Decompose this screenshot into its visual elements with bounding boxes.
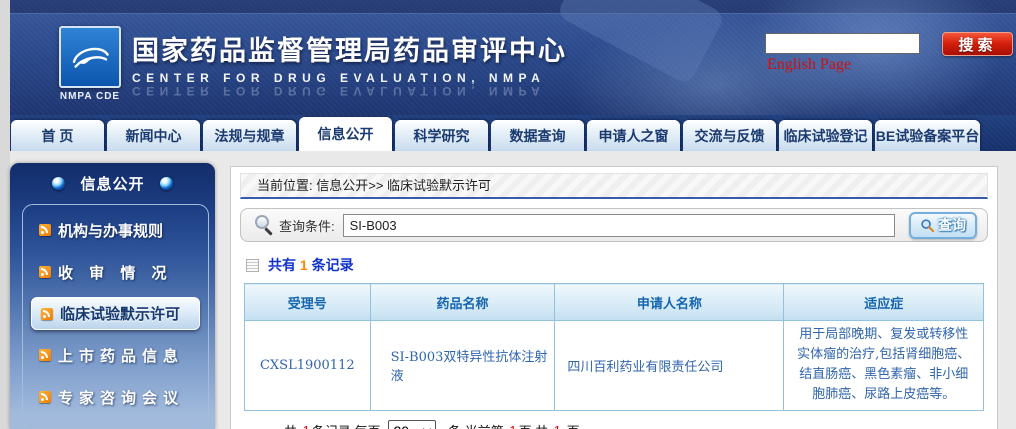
logo-caption: NMPA CDE	[55, 91, 125, 102]
header-search-button[interactable]: 搜索	[942, 32, 1013, 56]
main-region: 信息公开 机构与办事规则 收 审 情 况 临床试验默示许可	[10, 151, 1016, 429]
rss-icon	[39, 349, 51, 361]
cde-logo-icon	[59, 26, 121, 88]
site-header: NMPA CDE 国家药品监督管理局药品审评中心 CENTER FOR DRUG…	[10, 0, 1016, 115]
rss-icon	[39, 266, 51, 278]
main-nav: 首 页 新闻中心 法规与规章 信息公开 科学研究 数据查询 申请人之窗 交流与反…	[10, 115, 1016, 151]
cell-applicant: 四川百利药业有限责任公司	[555, 321, 784, 411]
tab-regulations[interactable]: 法规与规章	[203, 120, 296, 151]
results-table: 受理号 药品名称 申请人名称 适应症 CXSL1900112 SI-B003双特…	[244, 283, 984, 411]
tab-information-disclosure[interactable]: 信息公开	[299, 117, 392, 151]
records-count: 1	[300, 257, 308, 273]
sidebar-menu-panel: 机构与办事规则 收 审 情 况 临床试验默示许可 上市药品信息 专家咨询会议	[22, 204, 209, 429]
cde-logo: NMPA CDE	[55, 26, 125, 102]
pager-text: 页 共	[519, 421, 552, 429]
records-text: 共有 1 条记录	[268, 255, 354, 275]
sidebar-item-org-rules[interactable]: 机构与办事规则	[23, 209, 208, 251]
query-label: 查询条件:	[279, 216, 335, 235]
tab-be-trial-platform[interactable]: BE试验备案平台	[875, 120, 980, 151]
swoosh-icon	[66, 33, 114, 81]
records-prefix: 共有	[268, 257, 296, 273]
pagination: 共 1 条记录,每页 20 条 当前第 1 页 共 1 页	[284, 420, 988, 429]
sidebar: 信息公开 机构与办事规则 收 审 情 况 临床试验默示许可	[10, 163, 215, 429]
sidebar-item-marketed-drug-info[interactable]: 上市药品信息	[23, 334, 208, 376]
breadcrumb: 当前位置: 信息公开>> 临床试验默示许可	[240, 173, 988, 199]
tab-home[interactable]: 首 页	[11, 120, 104, 151]
sidebar-item-clinical-trial-implied-license[interactable]: 临床试验默示许可	[31, 297, 200, 330]
pager-total-pages: 1	[552, 423, 563, 429]
pager-text: 页	[563, 421, 580, 429]
title-block: 国家药品监督管理局药品审评中心 CENTER FOR DRUG EVALUATI…	[132, 29, 567, 98]
content-panel: 当前位置: 信息公开>> 临床试验默示许可 查询条件: 查询 共有 1	[230, 166, 998, 429]
english-page-link[interactable]: English Page	[767, 56, 851, 74]
sidebar-item-label: 机构与办事规则	[58, 220, 163, 241]
pager-text: 共	[284, 421, 301, 429]
header-search-input[interactable]	[765, 33, 920, 54]
tab-clinical-trial-registration[interactable]: 临床试验登记	[779, 120, 872, 151]
pager-text: 条记录,每页	[312, 421, 381, 429]
site-subtitle-reflection: CENTER FOR DRUG EVALUATION, NMPA	[132, 84, 567, 98]
page-wrapper: NMPA CDE 国家药品监督管理局药品审评中心 CENTER FOR DRUG…	[10, 0, 1016, 429]
sidebar-title: 信息公开	[10, 163, 215, 203]
col-header-drug-name: 药品名称	[370, 284, 555, 321]
list-icon	[246, 259, 259, 272]
rss-icon	[39, 224, 51, 236]
query-button[interactable]: 查询	[909, 212, 977, 239]
pager-total-count: 1	[301, 423, 312, 429]
pager-current-page: 1	[507, 423, 518, 429]
col-header-indication: 适应症	[784, 284, 984, 321]
sidebar-item-label: 临床试验默示许可	[60, 303, 180, 324]
records-suffix: 条记录	[312, 257, 354, 273]
sidebar-title-label: 信息公开	[80, 173, 144, 194]
orb-icon	[52, 177, 65, 190]
cell-indication: 用于局部晚期、复发或转移性实体瘤的治疗,包括肾细胞癌、结直肠癌、黑色素瘤、非小细…	[784, 321, 984, 411]
col-header-applicant: 申请人名称	[555, 284, 784, 321]
tab-news-center[interactable]: 新闻中心	[107, 120, 200, 151]
tab-scientific-research[interactable]: 科学研究	[395, 120, 488, 151]
tab-data-query[interactable]: 数据查询	[491, 120, 584, 151]
sidebar-item-acceptance-status[interactable]: 收 审 情 况	[23, 251, 208, 293]
orb-icon	[160, 177, 173, 190]
tab-communication-feedback[interactable]: 交流与反馈	[683, 120, 776, 151]
query-bar: 查询条件: 查询	[240, 208, 988, 242]
sidebar-item-label: 专家咨询会议	[58, 387, 184, 408]
site-title: 国家药品监督管理局药品审评中心	[132, 29, 567, 68]
sidebar-item-label: 收 审 情 况	[58, 262, 173, 283]
sidebar-item-expert-advisory-meeting[interactable]: 专家咨询会议	[23, 376, 208, 418]
records-summary: 共有 1 条记录	[246, 255, 988, 275]
page-size-select[interactable]: 20	[388, 420, 436, 429]
pager-text: 条 当前第	[444, 421, 507, 429]
search-icon	[255, 215, 269, 229]
tab-applicant-window[interactable]: 申请人之窗	[587, 120, 680, 151]
cell-drug-name: SI-B003双特异性抗体注射液	[370, 321, 555, 411]
sidebar-item-label: 上市药品信息	[58, 345, 184, 366]
cell-acceptance-no: CXSL1900112	[245, 321, 371, 411]
rss-icon	[41, 308, 53, 320]
query-input[interactable]	[343, 214, 895, 237]
table-row: CXSL1900112 SI-B003双特异性抗体注射液 四川百利药业有限责任公…	[245, 321, 984, 411]
col-header-acceptance-no: 受理号	[245, 284, 371, 321]
query-button-label: 查询	[938, 215, 966, 235]
site-subtitle: CENTER FOR DRUG EVALUATION, NMPA	[132, 71, 567, 85]
table-header-row: 受理号 药品名称 申请人名称 适应症	[245, 284, 984, 321]
query-button-magnifier-icon	[920, 218, 935, 233]
rss-icon	[39, 391, 51, 403]
